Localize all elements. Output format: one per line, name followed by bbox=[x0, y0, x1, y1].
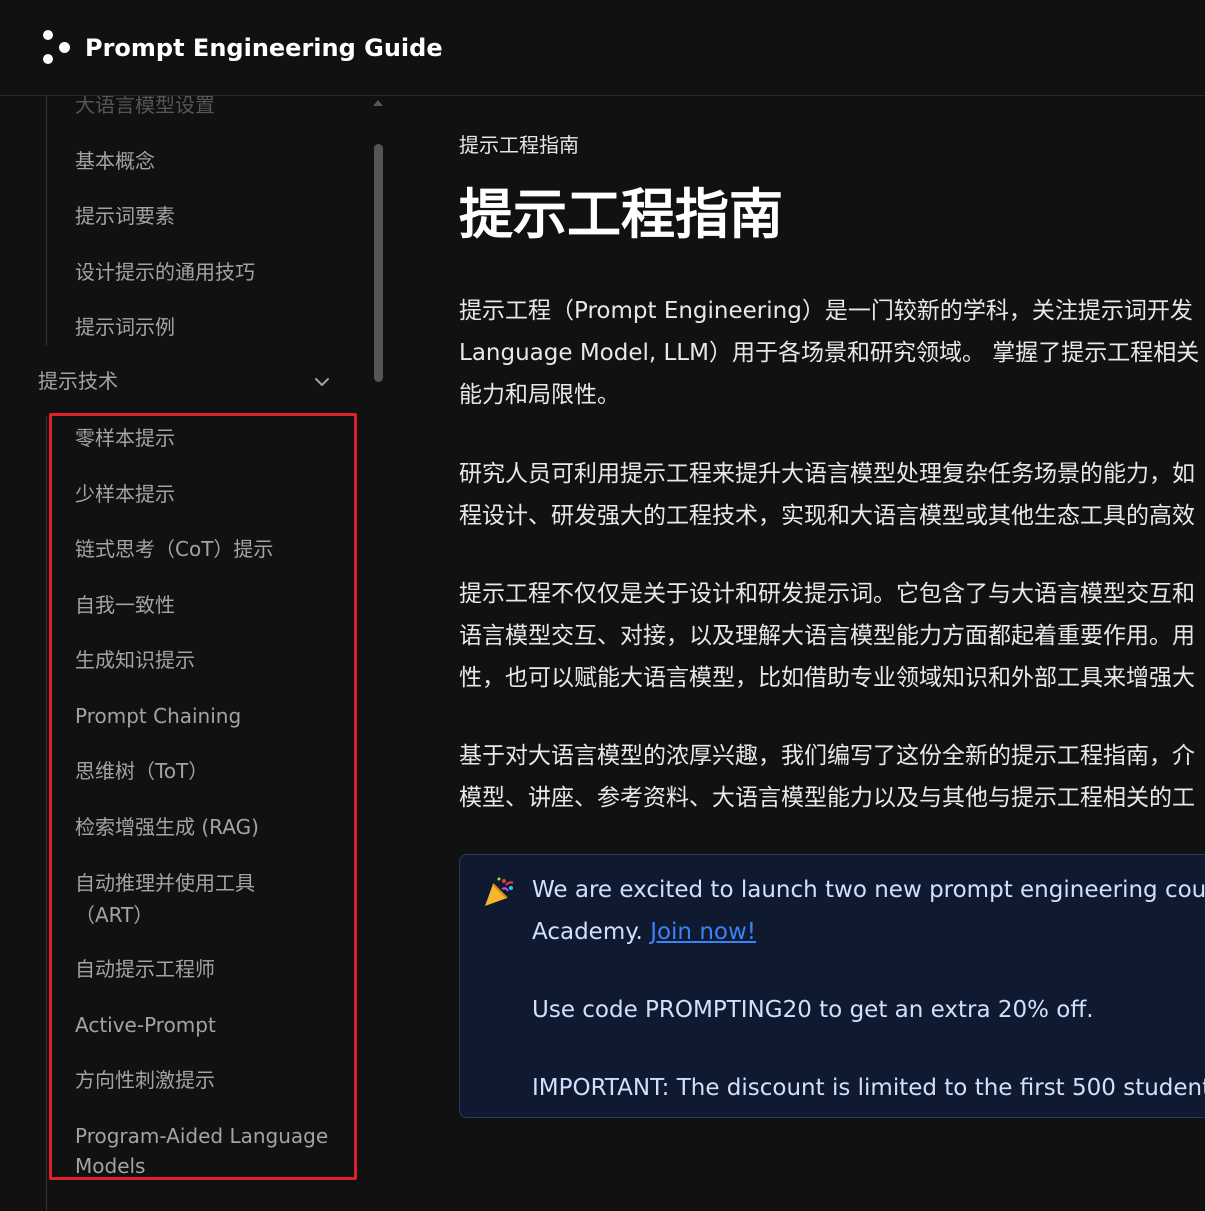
sidebar-item-rag[interactable]: 检索增强生成 (RAG) bbox=[75, 812, 259, 842]
paragraph: 提示工程不仅仅是关于设计和研发提示词。它包含了与大语言模型交互和 语言模型交互、… bbox=[459, 573, 1195, 699]
sidebar-item-zero-shot[interactable]: 零样本提示 bbox=[75, 423, 175, 453]
sidebar-nav: 大语言模型设置 基本概念 提示词要素 设计提示的通用技巧 提示词示例 提示技术 … bbox=[0, 96, 395, 1211]
paragraph-line: 程设计、研发强大的工程技术，实现和大语言模型或其他生态工具的高效 bbox=[459, 503, 1195, 529]
site-title[interactable]: Prompt Engineering Guide bbox=[85, 30, 443, 66]
callout-text: We are excited to launch two new prompt … bbox=[532, 869, 1205, 1109]
paragraph-line: 性，也可以赋能大语言模型，比如借助专业领域知识和外部工具来增强大 bbox=[459, 665, 1195, 691]
logo-icon[interactable] bbox=[40, 30, 76, 66]
announcement-callout: We are excited to launch two new prompt … bbox=[459, 854, 1205, 1118]
sidebar-item-basics[interactable]: 基本概念 bbox=[75, 146, 155, 176]
tree-guide-line bbox=[46, 96, 47, 346]
paragraph-line: 语言模型交互、对接，以及理解大语言模型能力方面都起着重要作用。用 bbox=[459, 623, 1195, 649]
paragraph-line: 提示工程不仅仅是关于设计和研发提示词。它包含了与大语言模型交互和 bbox=[459, 581, 1195, 607]
sidebar-item-art[interactable]: 自动推理并使用工具（ART） bbox=[75, 867, 290, 931]
top-navbar: Prompt Engineering Guide bbox=[0, 0, 1205, 96]
sidebar-item-dsp[interactable]: 方向性刺激提示 bbox=[75, 1065, 215, 1095]
sidebar-item-llm-settings[interactable]: 大语言模型设置 bbox=[75, 96, 215, 120]
tree-guide-line bbox=[46, 416, 47, 1211]
sidebar-item-tips[interactable]: 设计提示的通用技巧 bbox=[75, 257, 255, 287]
sidebar-item-ape[interactable]: 自动提示工程师 bbox=[75, 954, 215, 984]
breadcrumb[interactable]: 提示工程指南 bbox=[459, 132, 579, 158]
sidebar-item-pal[interactable]: Program-Aided Language Models bbox=[75, 1121, 340, 1181]
sidebar-item-prompt-chaining[interactable]: Prompt Chaining bbox=[75, 701, 241, 731]
paragraph-line: 提示工程（Prompt Engineering）是一门较新的学科，关注提示词开发 bbox=[459, 298, 1193, 324]
sidebar-section-techniques[interactable]: 提示技术 bbox=[38, 366, 118, 396]
join-now-link[interactable]: Join now! bbox=[650, 919, 756, 945]
paragraph-line: 能力和局限性。 bbox=[459, 382, 620, 408]
chevron-down-icon[interactable] bbox=[313, 373, 331, 391]
main-content: 提示工程指南 提示工程指南 提示工程（Prompt Engineering）是一… bbox=[459, 96, 1205, 1211]
page-title: 提示工程指南 bbox=[459, 183, 783, 246]
sidebar-item-few-shot[interactable]: 少样本提示 bbox=[75, 479, 175, 509]
callout-text-prefix: Academy. bbox=[532, 919, 651, 945]
sidebar-scrollbar-thumb[interactable] bbox=[374, 144, 383, 382]
paragraph: 研究人员可利用提示工程来提升大语言模型处理复杂任务场景的能力，如 程设计、研发强… bbox=[459, 453, 1195, 537]
scroll-up-arrow-icon[interactable] bbox=[373, 100, 383, 106]
paragraph-line: 研究人员可利用提示工程来提升大语言模型处理复杂任务场景的能力，如 bbox=[459, 461, 1195, 487]
callout-line: Academy. Join now! bbox=[532, 911, 1205, 953]
sidebar-item-active-prompt[interactable]: Active-Prompt bbox=[75, 1010, 216, 1040]
callout-line: We are excited to launch two new prompt … bbox=[532, 877, 1205, 903]
paragraph-line: 模型、讲座、参考资料、大语言模型能力以及与其他与提示工程相关的工 bbox=[459, 785, 1195, 811]
paragraph: 提示工程（Prompt Engineering）是一门较新的学科，关注提示词开发… bbox=[459, 290, 1199, 416]
sidebar-item-tot[interactable]: 思维树（ToT） bbox=[75, 756, 208, 786]
callout-line: IMPORTANT: The discount is limited to th… bbox=[532, 1075, 1205, 1101]
paragraph-line: Language Model, LLM）用于各场景和研究领域。 掌握了提示工程相… bbox=[459, 340, 1200, 366]
sidebar-item-cot[interactable]: 链式思考（CoT）提示 bbox=[75, 534, 273, 564]
callout-line: Use code PROMPTING20 to get an extra 20%… bbox=[532, 997, 1094, 1023]
sidebar-item-self-consistency[interactable]: 自我一致性 bbox=[75, 590, 175, 620]
sidebar-item-elements[interactable]: 提示词要素 bbox=[75, 201, 175, 231]
sidebar-item-knowledge[interactable]: 生成知识提示 bbox=[75, 645, 195, 675]
paragraph-line: 基于对大语言模型的浓厚兴趣，我们编写了这份全新的提示工程指南，介 bbox=[459, 743, 1195, 769]
party-popper-icon bbox=[485, 877, 514, 906]
paragraph: 基于对大语言模型的浓厚兴趣，我们编写了这份全新的提示工程指南，介 模型、讲座、参… bbox=[459, 735, 1195, 819]
sidebar-item-examples[interactable]: 提示词示例 bbox=[75, 312, 175, 342]
